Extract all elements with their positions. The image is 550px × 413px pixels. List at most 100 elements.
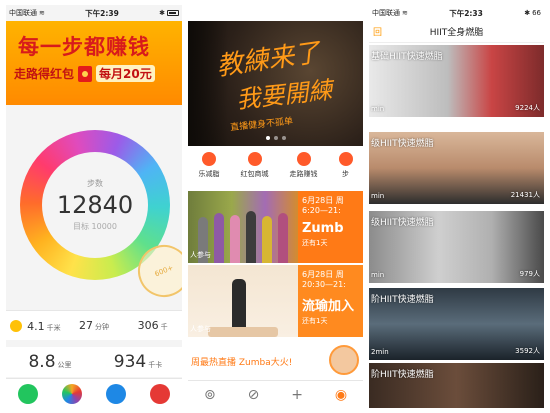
status-bar: 中国联通 ≋ 下午2:39 ✱ <box>6 5 182 21</box>
tab-live-icon[interactable]: ◉ <box>335 387 347 403</box>
card-remaining: 还有1天 <box>302 239 328 247</box>
stats-row-2: 8.8 公里 934 千卡 <box>6 347 182 377</box>
steps-icon <box>338 152 353 166</box>
tab-discover-icon[interactable]: ⊘ <box>248 387 260 403</box>
stat-unit: 千 <box>160 323 168 331</box>
workout-row[interactable]: 阶HIIT快速燃脂 <box>369 363 544 408</box>
phone-live-fitness-screen: 教練来了 我要開練 直播健身不孤单 中国联通 ≋ 下午2:33 ✱ 66 乐减脂 红… <box>188 5 363 408</box>
coin-icon <box>10 320 23 332</box>
workout-row[interactable]: 级HIIT快速燃脂 min 21431人 <box>369 132 544 204</box>
figure <box>278 213 288 263</box>
workout-duration: 2min <box>371 348 389 356</box>
workout-title: 阶HIIT快速燃脂 <box>371 370 434 380</box>
tab-add-icon[interactable]: + <box>291 387 303 403</box>
stat-unit: 千卡 <box>148 361 163 369</box>
workout-title: 阶HIIT快速燃脂 <box>371 295 434 305</box>
workout-count: 9224人 <box>515 104 540 112</box>
carrier-label: 中国联通 <box>9 9 37 17</box>
carousel-dots <box>188 136 363 140</box>
back-button[interactable]: 回 <box>373 25 385 38</box>
workout-row[interactable]: 基础HIIT快速燃脂 min 9224人 <box>369 45 544 117</box>
banner-headline: 每一步都赚钱 <box>18 34 150 59</box>
stat-value: 4.1 <box>27 320 45 333</box>
menu-walk-earn[interactable]: 走路赚钱 <box>290 152 318 179</box>
hero-banner[interactable]: 教練来了 我要開練 直播健身不孤单 <box>188 21 363 146</box>
menu-label: 步 <box>342 170 349 178</box>
stat-unit: 分钟 <box>95 323 109 331</box>
red-envelope-icon <box>78 65 93 82</box>
workout-count: 3592人 <box>515 347 540 355</box>
workout-duration: min <box>371 192 385 200</box>
card-info: 6月28日 周 20:30—21: 流瑜加入 还有1天 <box>298 265 363 337</box>
carousel-dot[interactable] <box>281 136 286 140</box>
promo-banner[interactable]: 每一步都赚钱 走路得红包 每月20元 <box>6 21 182 105</box>
menu-red-mall[interactable]: 红包商城 <box>241 152 269 179</box>
workout-title: 基础HIIT快速燃脂 <box>371 52 443 62</box>
live-class-card[interactable]: 人参与 6月28日 周 6:20—21: Zumb 还有1天 <box>188 191 363 263</box>
bluetooth-icon: ✱ <box>159 9 165 17</box>
instructor-avatar[interactable] <box>329 345 359 375</box>
tab-profile-icon[interactable] <box>150 383 170 404</box>
hot-live-promo[interactable]: 周最热直播 Zumba大火! <box>188 341 363 381</box>
tab-home-icon[interactable] <box>18 383 38 404</box>
phone-hiit-list-screen: 中国联通 ≋ 下午2:33 ✱ 66 回 HIIT全身燃脂 基础HIIT快速燃脂 m… <box>369 5 544 408</box>
card-time: 20:30—21: <box>302 280 346 289</box>
workout-count: 979人 <box>519 270 540 278</box>
menu-fat-loss[interactable]: 乐减脂 <box>199 152 220 179</box>
hero-shade <box>188 21 228 146</box>
stat-value: 27 <box>79 319 93 332</box>
stat-value: 306 <box>137 319 159 332</box>
phone-steps-screen: 中国联通 ≋ 下午2:39 ✱ 每一步都赚钱 走路得红包 每月20元 步数 128… <box>6 5 182 408</box>
promo-text: 周最热直播 Zumba大火! <box>191 358 293 368</box>
menu-label: 红包商城 <box>240 170 269 178</box>
figure <box>246 211 256 263</box>
figure <box>214 213 224 263</box>
card-date: 6月28日 周 <box>302 270 344 279</box>
workout-count: 21431人 <box>510 191 540 199</box>
status-time: 下午2:39 <box>85 8 119 18</box>
banner-subline-b: 每月20元 <box>96 65 155 82</box>
stat-unit: 公里 <box>57 361 72 369</box>
figure <box>262 216 272 263</box>
stat-distance: 4.1 千米 <box>6 318 65 333</box>
tab-notify-icon[interactable] <box>106 383 126 404</box>
stat-calories: 306 千 <box>123 319 182 332</box>
workout-row[interactable]: 阶HIIT快速燃脂 2min 3592人 <box>369 288 544 360</box>
stat-kcal: 934 千卡 <box>94 352 182 372</box>
banner-subline: 走路得红包 每月20元 <box>14 65 155 82</box>
workout-title: 级HIIT快速燃脂 <box>371 139 434 149</box>
stat-unit: 千米 <box>46 324 61 332</box>
nav-bar: 回 HIIT全身燃脂 <box>369 21 544 43</box>
menu-label: 走路赚钱 <box>289 170 318 178</box>
tab-discover-icon[interactable] <box>62 383 82 404</box>
bottom-tab-bar: ⊚ ⊘ + ◉ <box>188 380 363 408</box>
status-time: 下午2:33 <box>268 8 302 18</box>
workout-row[interactable]: 级HIIT快速燃脂 min 979人 <box>369 211 544 283</box>
hero-tagline: 直播健身不孤单 <box>229 116 294 134</box>
card-participants: 人参与 <box>190 251 211 259</box>
bluetooth-icon: ✱ <box>343 9 350 17</box>
workout-duration: min <box>371 271 385 279</box>
stats-row: 4.1 千米 27 分钟 306 千 <box>6 310 182 340</box>
gift-icon <box>247 152 262 166</box>
menu-label: 乐减脂 <box>198 170 220 178</box>
stat-km: 8.8 公里 <box>6 352 94 372</box>
menu-more[interactable]: 步 <box>338 152 353 179</box>
tab-home-icon[interactable]: ⊚ <box>204 387 216 403</box>
battery-icon <box>167 10 179 16</box>
carousel-dot[interactable] <box>273 136 278 140</box>
battery-percent: 66 <box>351 9 360 17</box>
live-class-card[interactable]: 人参与 6月28日 周 20:30—21: 流瑜加入 还有1天 <box>188 265 363 337</box>
status-bar: 中国联通 ≋ 下午2:33 ✱ 66 <box>188 5 363 21</box>
carousel-dot[interactable] <box>265 136 270 140</box>
card-info: 6月28日 周 6:20—21: Zumb 还有1天 <box>298 191 363 263</box>
fat-loss-icon <box>202 152 216 166</box>
card-date: 6月28日 周 <box>302 196 344 205</box>
status-time: 下午2:33 <box>449 8 483 18</box>
bottom-tab-bar <box>6 378 182 408</box>
card-title: Zumb <box>302 221 344 236</box>
carrier-label: 中国联通 <box>191 9 219 17</box>
steps-label: 步数 <box>87 179 103 188</box>
workout-duration: min <box>371 105 385 113</box>
status-bar: 中国联通 ≋ 下午2:33 ✱ 66 <box>369 5 544 21</box>
